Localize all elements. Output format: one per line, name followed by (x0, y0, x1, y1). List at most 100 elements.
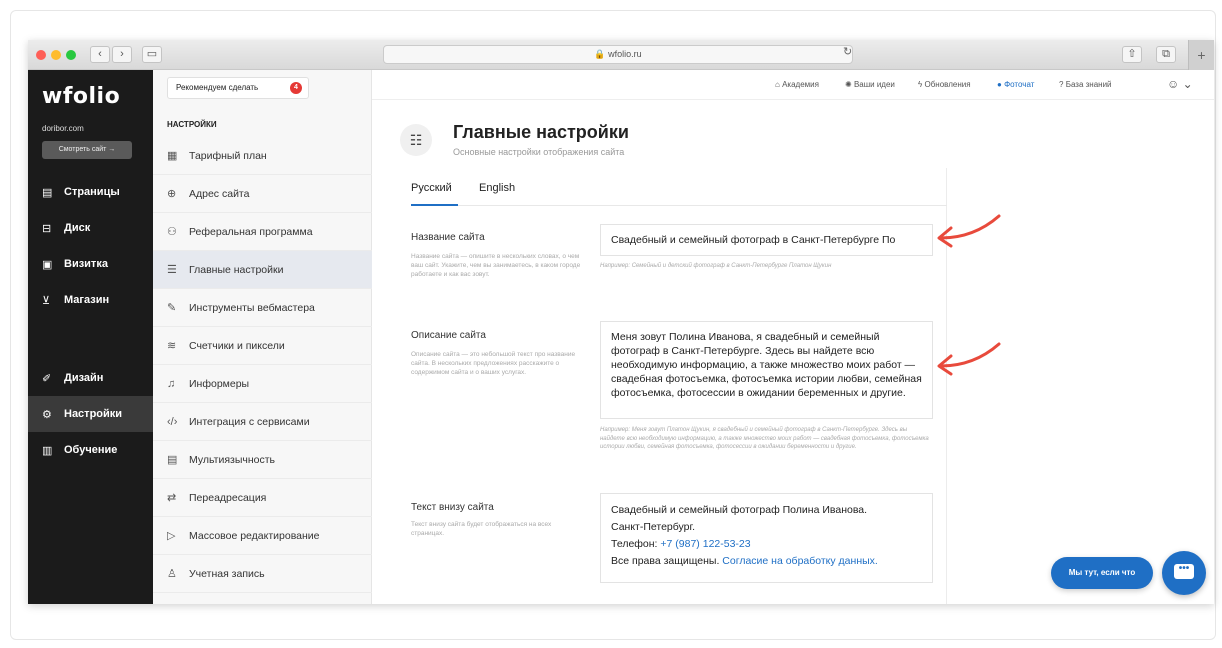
sidebar-item-design[interactable]: ✐ Дизайн (28, 360, 153, 396)
site-description-hint: Например: Меня зовут Платон Щукин, я сва… (600, 427, 929, 450)
page-title: Главные настройки (453, 122, 629, 142)
sidebar-item-shop[interactable]: ⊻ Магазин (28, 282, 153, 318)
code-icon: ‹/› (167, 415, 178, 428)
top-nav: ⌂ Академия ✺ Ваши идеи ϟ Обновления ● Фо… (372, 70, 1214, 100)
phone-link[interactable]: +7 (987) 122-53-23 (660, 538, 750, 550)
academy-icon: ⌂ (775, 80, 780, 89)
new-tab-button[interactable]: + (1188, 40, 1214, 70)
site-description-label: Описание сайта (411, 330, 486, 341)
tab-russian[interactable]: Русский (411, 182, 452, 194)
active-tab-indicator (411, 204, 458, 206)
submenu-item-bulk-edit[interactable]: ▷ Массовое редактирование (153, 517, 372, 555)
submenu-item-label: Реферальная программа (189, 225, 313, 238)
footer-text-editor[interactable]: Свадебный и семейный фотограф Полина Ива… (600, 493, 933, 583)
nav-updates-label: Обновления (924, 80, 971, 89)
address-bar[interactable]: 🔒 wfolio.ru (383, 45, 853, 64)
close-window-button[interactable] (36, 50, 46, 60)
sidebar-item-label: Настройки (64, 408, 123, 420)
nav-photochat[interactable]: ● Фоточат (997, 80, 1034, 89)
submenu-item-label: Инструменты вебмастера (189, 301, 315, 314)
tab-english[interactable]: English (479, 182, 515, 194)
submenu-item-counters[interactable]: ≋ Счетчики и пиксели (153, 327, 372, 365)
nav-academy[interactable]: ⌂ Академия (775, 80, 819, 89)
nav-photochat-label: Фоточат (1004, 80, 1035, 89)
consent-link[interactable]: Согласие на обработку данных. (722, 555, 878, 567)
recommend-button[interactable]: Рекомендуем сделать 4 (167, 77, 309, 99)
minimize-window-button[interactable] (51, 50, 61, 60)
browser-window: ‹ › ▭ 🔒 wfolio.ru ↻ ⇧ ⧉ + wfolio doribor… (28, 40, 1214, 604)
site-name-hint: Например: Семейный и детский фотограф в … (600, 263, 832, 269)
tabs-icon[interactable]: ⧉ (1156, 46, 1176, 63)
sidebar-item-label: Страницы (64, 186, 120, 198)
submenu-item-referral[interactable]: ⚇ Реферальная программа (153, 213, 372, 251)
nav-ideas-label: Ваши идеи (853, 80, 895, 89)
submenu-item-label: Главные настройки (189, 263, 284, 276)
share-icon[interactable]: ⇧ (1122, 46, 1142, 63)
chat-prompt-pill[interactable]: Мы тут, если что (1051, 557, 1153, 589)
submenu-item-informers[interactable]: ♫ Информеры (153, 365, 372, 403)
recommend-label: Рекомендуем сделать (176, 83, 259, 92)
submenu-item-main-settings[interactable]: ☰ Главные настройки (153, 251, 372, 289)
submenu-item-multilang[interactable]: ▤ Мультиязычность (153, 441, 372, 479)
disk-icon: ⊟ (42, 222, 52, 235)
sidebar-item-label: Магазин (64, 294, 110, 306)
logo[interactable]: wfolio (42, 84, 120, 109)
reload-icon[interactable]: ↻ (843, 45, 852, 58)
submenu-item-integrations[interactable]: ‹/› Интеграция с сервисами (153, 403, 372, 441)
submenu-item-label: Счетчики и пиксели (189, 339, 285, 352)
submenu-item-label: Информеры (189, 377, 250, 390)
nav-updates[interactable]: ϟ Обновления (918, 80, 971, 89)
sidebar-item-pages[interactable]: ▤ Страницы (28, 174, 153, 210)
submenu-item-webmaster[interactable]: ✎ Инструменты вебмастера (153, 289, 372, 327)
submenu-item-address[interactable]: ⊕ Адрес сайта (153, 175, 372, 213)
submenu-item-label: Мультиязычность (189, 453, 276, 466)
nav-knowledge[interactable]: ? База знаний (1059, 80, 1112, 89)
sidebar-item-card[interactable]: ▣ Визитка (28, 246, 153, 282)
forward-icon[interactable]: › (112, 46, 132, 63)
sidebar-toggle-icon[interactable]: ▭ (142, 46, 162, 63)
rights-text: Все права защищены. (611, 555, 723, 567)
zoom-window-button[interactable] (66, 50, 76, 60)
annotation-arrow-icon (937, 214, 1001, 248)
view-site-button[interactable]: Смотреть сайт → (42, 141, 132, 159)
submenu-item-label: Адрес сайта (189, 187, 250, 200)
chart-icon: ≋ (167, 340, 177, 352)
submenu-item-label: Тарифный план (189, 149, 267, 162)
lock-icon: 🔒 (594, 49, 606, 59)
site-description-textarea[interactable]: Меня зовут Полина Иванова, я свадебный и… (600, 321, 933, 419)
recommend-count-badge: 4 (290, 82, 302, 94)
nav-knowledge-label: База знаний (1065, 80, 1112, 89)
referral-icon: ⚇ (167, 226, 177, 238)
language-icon: ▤ (167, 454, 178, 466)
back-icon[interactable]: ‹ (90, 46, 110, 63)
card-icon: ▣ (42, 258, 53, 271)
bell-icon: ♫ (167, 377, 176, 390)
footer-line-1: Свадебный и семейный фотограф Полина Ива… (611, 504, 868, 516)
submenu-item-label: Интеграция с сервисами (189, 415, 310, 428)
submenu-item-label: Переадресация (189, 491, 267, 504)
browser-toolbar: ‹ › ▭ 🔒 wfolio.ru ↻ ⇧ ⧉ + (28, 40, 1214, 70)
brush-icon: ✐ (42, 372, 52, 385)
submenu-item-tariff[interactable]: ▦ Тарифный план (153, 137, 372, 175)
user-avatar-icon[interactable]: ☺ ⌄ (1167, 77, 1193, 91)
cart-icon: ⊻ (42, 294, 51, 307)
bulk-edit-icon: ▷ (167, 530, 176, 542)
sidebar-item-disk[interactable]: ⊟ Диск (28, 210, 153, 246)
sidebar-item-settings[interactable]: ⚙ Настройки (28, 396, 153, 432)
site-name-input[interactable]: Свадебный и семейный фотограф в Санкт-Пе… (600, 224, 933, 256)
help-icon: ? (1059, 80, 1064, 89)
sidebar-item-learning[interactable]: ▥ Обучение (28, 432, 153, 468)
site-description-help: Описание сайта — это небольшой текст про… (411, 351, 576, 376)
site-name-help: Название сайта — опишите в нескольких сл… (411, 253, 581, 278)
book-icon: ▥ (42, 444, 53, 457)
submenu-item-redirect[interactable]: ⇄ Переадресация (153, 479, 372, 517)
nav-ideas[interactable]: ✺ Ваши идеи (845, 80, 895, 89)
chat-dot-icon: ● (997, 80, 1002, 89)
submenu-item-label: Учетная запись (189, 567, 265, 580)
chat-button[interactable]: ••• (1162, 551, 1206, 595)
sidebar-item-label: Обучение (64, 444, 118, 456)
annotation-arrow-icon (937, 342, 1001, 376)
settings-submenu: Рекомендуем сделать 4 НАСТРОЙКИ ▦ Тарифны… (153, 70, 372, 604)
submenu-item-account[interactable]: ♙ Учетная запись (153, 555, 372, 593)
footer-text-label: Текст внизу сайта (411, 502, 494, 513)
